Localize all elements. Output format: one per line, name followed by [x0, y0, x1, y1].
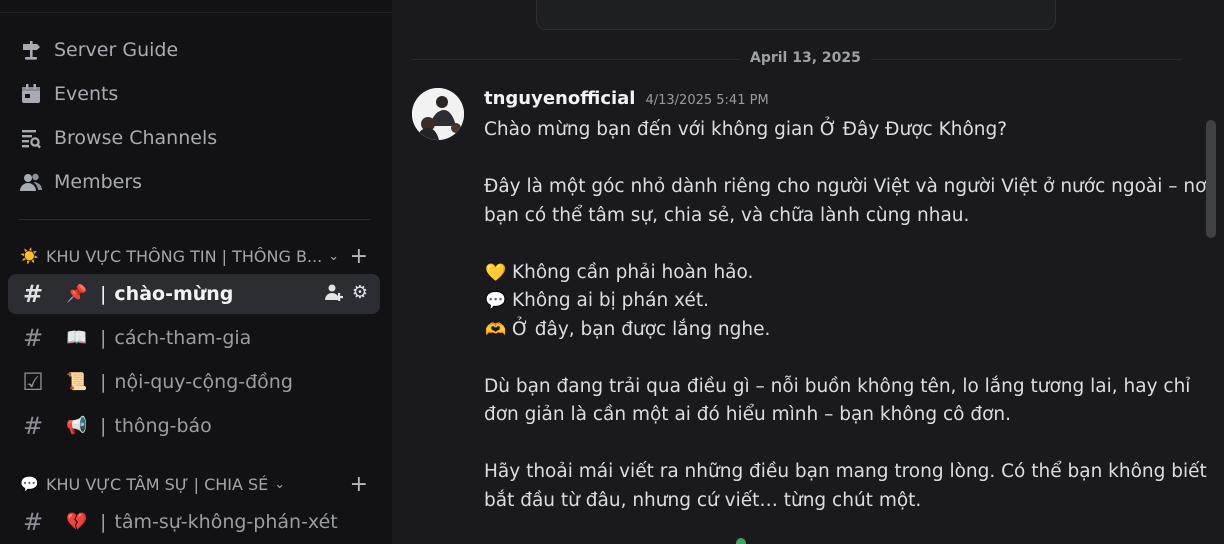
message-content: Chào mừng bạn đến với không gian Ở Đây Đ… — [484, 116, 1212, 516]
chevron-down-icon[interactable]: ⌄ — [328, 249, 339, 264]
text-channel-icon: # — [22, 324, 44, 352]
timestamp: 4/13/2025 5:41 PM — [645, 93, 769, 108]
separator: | — [100, 283, 107, 305]
chevron-down-icon[interactable]: ⌄ — [274, 477, 285, 492]
message-blank-line — [484, 344, 1204, 373]
nav-browse-channels[interactable]: Browse Channels — [18, 122, 217, 154]
gear-icon[interactable]: ⚙ — [352, 282, 368, 307]
message-line: Đây là một góc nhỏ dành riêng cho người … — [484, 173, 1212, 202]
broken-heart-emoji: 💔 — [66, 512, 88, 532]
message-header: tnguyenofficial 4/13/2025 5:41 PM — [484, 88, 769, 109]
channel-name: chào-mừng — [114, 283, 234, 305]
message-line: bạn có thể tâm sự, chia sẻ, và chữa lành… — [484, 202, 1204, 231]
sidebar-top-divider — [0, 12, 392, 13]
date-divider-label: April 13, 2025 — [740, 50, 871, 66]
message-line-text: bắt đầu từ đâu, nhưng cứ viết… từng chút… — [484, 489, 922, 511]
nav-members[interactable]: Members — [18, 166, 142, 198]
message-line-text: Dù bạn đang trải qua điều gì – nỗi buồn … — [484, 375, 1191, 397]
message-line: đơn giản là cần một ai đó hiểu mình – bạ… — [484, 401, 1204, 430]
username[interactable]: tnguyenofficial — [484, 88, 635, 109]
nav-label: Events — [54, 83, 119, 105]
separator: | — [100, 415, 107, 437]
category-title: KHU VỰC TÂM SỰ | CHIA SẺ — [46, 474, 269, 494]
nav-server-guide[interactable]: Server Guide — [18, 34, 178, 66]
channel-cach-tham-gia[interactable]: # 📖 | cách-tham-gia — [8, 318, 380, 358]
message-blank-line — [484, 145, 1204, 174]
message-line-text: Ở đây, bạn được lắng nghe. — [512, 318, 771, 340]
message-line-text: Chào mừng bạn đến với không gian Ở Đây Đ… — [484, 119, 1008, 140]
sun-emoji: ☀️ — [20, 247, 39, 265]
channel-noi-quy-cong-dong[interactable]: ☑ 📜 | nội-quy-cộng-đồng — [8, 362, 380, 402]
message-line-text: Hãy thoải mái viết ra những điều bạn man… — [484, 461, 1207, 482]
message-line-text: Không cần phải hoàn hảo. — [512, 261, 754, 283]
separator: | — [100, 371, 107, 393]
book-emoji: 📖 — [66, 328, 88, 348]
members-icon — [18, 169, 44, 195]
separator: | — [100, 327, 107, 349]
channel-chao-mung[interactable]: # 📌 | chào-mừng ⚙ — [8, 274, 380, 314]
message-area: April 13, 2025 tnguyenofficial 4/13/2025… — [392, 0, 1224, 544]
text-channel-icon: # — [22, 508, 44, 536]
message-blank-line — [484, 430, 1204, 459]
invite-people-icon[interactable] — [324, 282, 344, 307]
message-line: 💬 Không ai bị phán xét. — [484, 287, 1204, 316]
message-line: Hãy thoải mái viết ra những điều bạn man… — [484, 458, 1207, 487]
message-line: Chào mừng bạn đến với không gian Ở Đây Đ… — [484, 116, 1204, 145]
line-emoji: 💛 — [485, 262, 507, 283]
category-header-tam-su[interactable]: 💬 KHU VỰC TÂM SỰ | CHIA SẺ ⌄ + — [20, 471, 372, 497]
channel-name: cách-tham-gia — [114, 327, 252, 349]
create-channel-icon[interactable]: + — [350, 472, 368, 497]
pushpin-emoji: 📌 — [66, 284, 88, 304]
line-emoji: 💬 — [485, 291, 507, 311]
channel-name: nội-quy-cộng-đồng — [114, 371, 293, 393]
channel-sidebar: Server Guide Events Browse Channels Memb… — [0, 0, 392, 544]
channel-thong-bao[interactable]: # 📢 | thông-báo — [8, 406, 380, 446]
message-line-text: Đây là một góc nhỏ dành riêng cho người … — [484, 176, 1212, 197]
nav-label: Members — [54, 171, 143, 193]
nav-label: Browse Channels — [54, 127, 218, 149]
message-line-text: bạn có thể tâm sự, chia sẻ, và chữa lành… — [484, 204, 970, 226]
channel-tam-su-khong-phan-xet[interactable]: # 💔 | tâm-sự-không-phán-xét — [8, 502, 380, 542]
scrollbar-thumb[interactable] — [1206, 120, 1216, 238]
channel-actions: ⚙ — [324, 282, 368, 307]
reaction-hint — [736, 538, 746, 544]
sidebar-divider — [18, 219, 370, 220]
channel-name: tâm-sự-không-phán-xét — [114, 511, 338, 533]
text-channel-icon: # — [22, 280, 44, 308]
message-line: 💛 Không cần phải hoàn hảo. — [484, 259, 1204, 288]
nav-label: Server Guide — [54, 39, 179, 61]
message-line-text: đơn giản là cần một ai đó hiểu mình – bạ… — [484, 404, 1012, 425]
line-emoji: 🫶 — [485, 319, 507, 340]
message-line: 🫶 Ở đây, bạn được lắng nghe. — [484, 316, 1204, 345]
speech-bubble-emoji: 💬 — [20, 475, 39, 493]
message-line: bắt đầu từ đâu, nhưng cứ viết… từng chút… — [484, 487, 1204, 516]
message-blank-line — [484, 230, 1204, 259]
avatar[interactable] — [412, 88, 464, 140]
separator: | — [100, 511, 107, 533]
megaphone-emoji: 📢 — [66, 416, 88, 436]
text-channel-icon: # — [22, 412, 44, 440]
previous-embed — [536, 0, 1056, 30]
message-line-text: Không ai bị phán xét. — [512, 290, 709, 311]
nav-events[interactable]: Events — [18, 78, 118, 110]
category-header-info[interactable]: ☀️ KHU VỰC THÔNG TIN | THÔNG B... ⌄ + — [20, 243, 372, 269]
channel-name: thông-báo — [114, 415, 212, 437]
rules-channel-icon: ☑ — [22, 368, 44, 396]
scroll-emoji: 📜 — [66, 372, 88, 392]
create-channel-icon[interactable]: + — [350, 244, 368, 269]
message-line: Dù bạn đang trải qua điều gì – nỗi buồn … — [484, 373, 1204, 402]
browse-channels-icon — [18, 125, 44, 151]
calendar-icon — [18, 81, 44, 107]
signpost-icon — [18, 37, 44, 63]
category-title: KHU VỰC THÔNG TIN | THÔNG B... — [46, 246, 323, 266]
